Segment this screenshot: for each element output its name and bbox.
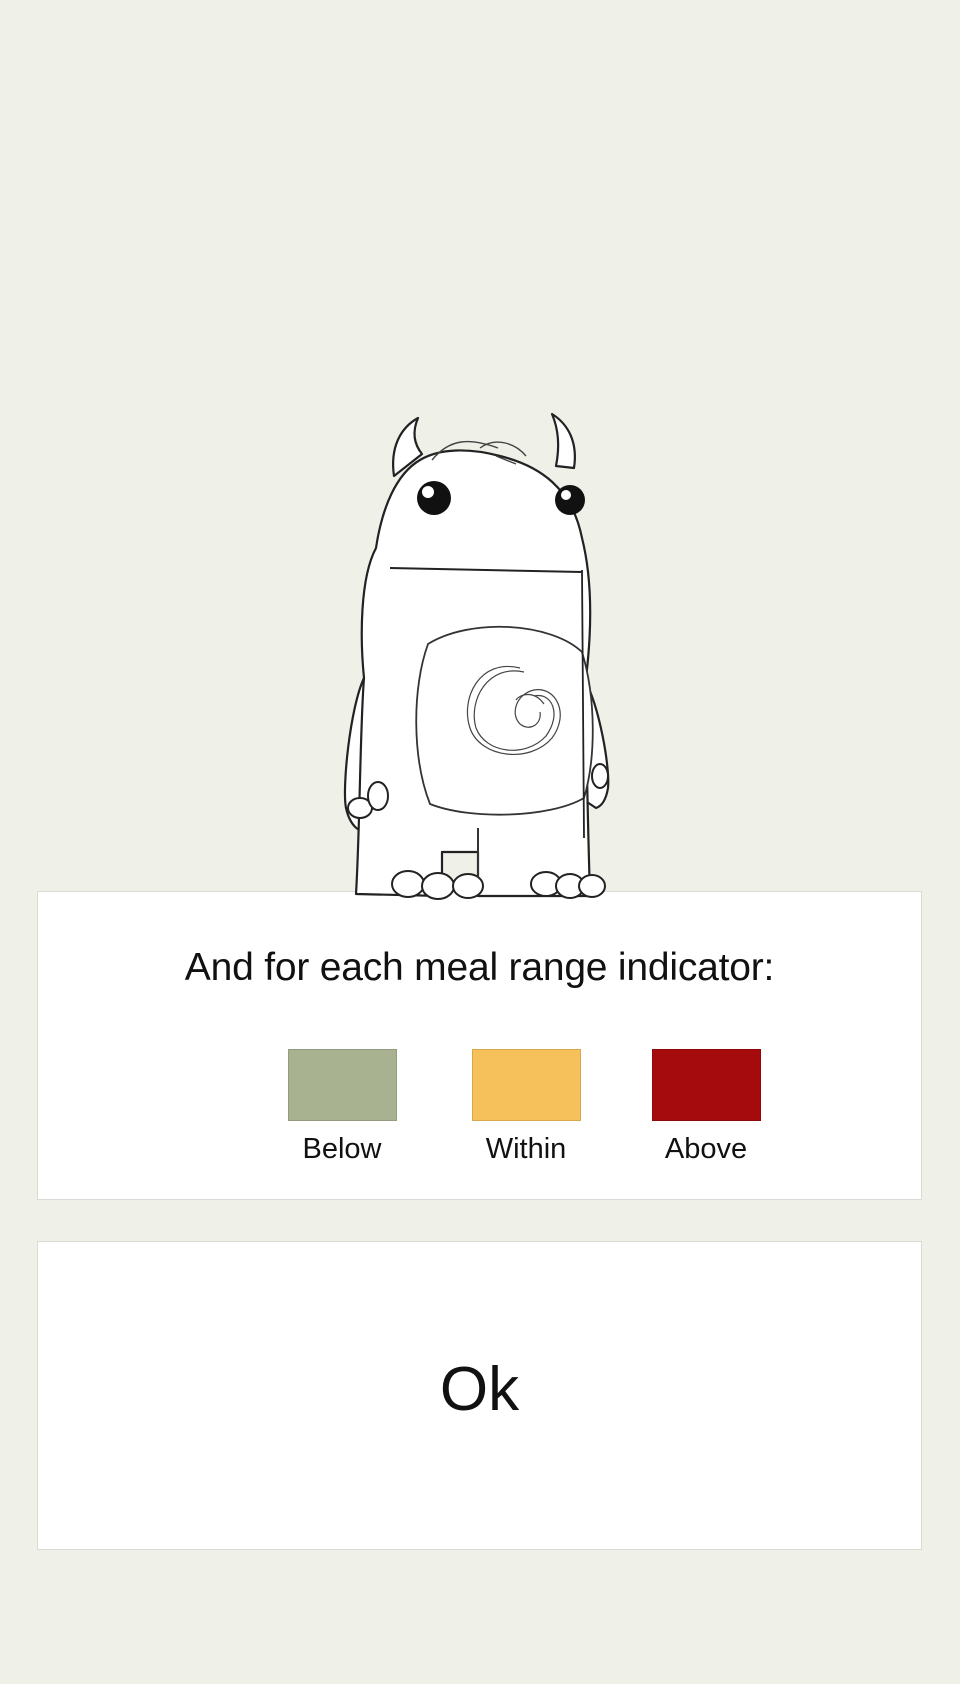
legend-item-within: Within [436,1049,616,1166]
ok-button[interactable]: Ok [37,1241,922,1550]
within-swatch [471,1049,581,1121]
meal-range-legend-card: And for each meal range indicator: Below… [37,891,922,1200]
above-label: Above [664,1133,748,1165]
legend-item-below: Below [252,1049,432,1166]
legend-items: Below Within Above [38,1049,921,1169]
below-swatch [287,1049,397,1121]
legend-item-above: Above [616,1049,796,1166]
ok-button-label: Ok [439,1355,520,1424]
below-label: Below [302,1133,382,1165]
above-swatch [651,1049,761,1121]
within-label: Within [485,1133,567,1165]
monster-mascot-illustration [320,408,640,904]
legend-title: And for each meal range indicator: [184,946,775,989]
